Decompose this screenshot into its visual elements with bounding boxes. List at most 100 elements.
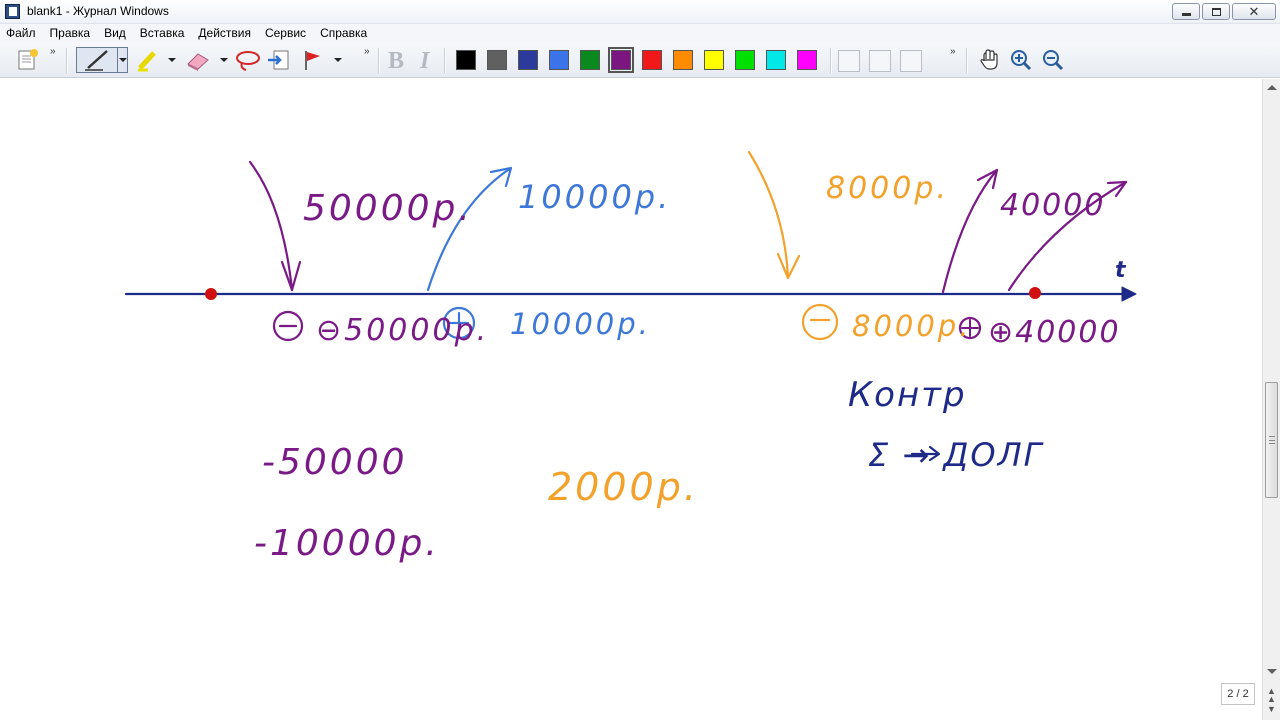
highlighter-button[interactable] [134, 48, 160, 72]
pen-width-slot-1[interactable] [838, 50, 860, 72]
menu-file[interactable]: Файл [0, 24, 43, 43]
menu-edit[interactable]: Правка [43, 24, 98, 43]
page-navigation: ▲ ▲ ▼ [1265, 685, 1279, 715]
axis-amount-40000: ⊕40000 [988, 315, 1121, 350]
italic-button[interactable]: I [420, 49, 429, 73]
title-bar: blank1 - Журнал Windows ✕ [0, 0, 1280, 24]
eraser-dropdown-icon[interactable] [220, 58, 228, 62]
color-swatch-6[interactable] [608, 47, 634, 73]
toolbar-separator [966, 48, 968, 73]
color-swatch-9[interactable] [704, 50, 724, 70]
window-title: blank1 - Журнал Windows [27, 4, 169, 18]
highlighter-icon [138, 51, 156, 72]
menu-view[interactable]: Вид [97, 24, 133, 43]
toolbar-separator [444, 48, 446, 73]
next-page-icon[interactable]: ▼ [1267, 705, 1276, 714]
flag-button[interactable] [300, 48, 326, 72]
restore-icon [1211, 7, 1221, 16]
zoom-out-button[interactable] [1040, 48, 1066, 72]
zoom-in-icon [1011, 50, 1032, 71]
color-swatch-2[interactable] [487, 50, 507, 70]
time-axis-arrowhead [1121, 286, 1137, 302]
toolbar-overflow-chevron[interactable]: » [50, 46, 55, 57]
lasso-icon [236, 51, 260, 71]
result-2000: 2000р. [548, 465, 699, 509]
ink-layer: 50000р. 10000р. 8000р. 40000 t ⊖50000р. … [124, 150, 1137, 564]
hand-icon [980, 49, 998, 70]
pen-button[interactable] [76, 47, 128, 73]
top-label-10000: 10000р. [518, 178, 671, 216]
bold-button[interactable]: B [388, 49, 404, 73]
calc-minus-50000: -50000 [262, 442, 408, 483]
color-swatch-4[interactable] [549, 50, 569, 70]
purple-arrow-in [248, 160, 302, 292]
menu-insert[interactable]: Вставка [133, 24, 192, 43]
color-swatch-1[interactable] [456, 50, 476, 70]
top-label-40000: 40000 [1000, 188, 1105, 223]
close-icon: ✕ [1248, 4, 1260, 19]
pen-width-slot-2[interactable] [869, 50, 891, 72]
close-button[interactable]: ✕ [1232, 3, 1276, 20]
toolbar-separator [378, 48, 380, 73]
axis-point-end [1029, 287, 1041, 299]
eraser-icon [187, 53, 209, 71]
pen-dropdown-button[interactable] [117, 48, 127, 72]
minimize-button[interactable] [1172, 3, 1200, 20]
color-swatch-10[interactable] [735, 50, 755, 70]
calc-minus-10000: -10000р. [254, 523, 440, 564]
color-swatch-7[interactable] [642, 50, 662, 70]
menu-bar: Файл Правка Вид Вставка Действия Сервис … [0, 24, 1280, 43]
note-canvas[interactable]: 50000р. 10000р. 8000р. 40000 t ⊖50000р. … [0, 79, 1262, 720]
insert-space-icon [268, 50, 289, 70]
highlighter-dropdown-icon[interactable] [168, 58, 176, 62]
eraser-button[interactable] [184, 48, 212, 72]
window-controls: ✕ [1172, 3, 1276, 20]
toolbar-overflow-chevron-2[interactable]: » [364, 46, 369, 57]
zoom-in-button[interactable] [1008, 48, 1034, 72]
chevron-down-icon [119, 58, 127, 62]
pan-button[interactable] [978, 48, 1002, 72]
insert-space-button[interactable] [266, 48, 292, 72]
orange-arrow-in [747, 150, 801, 280]
color-swatch-11[interactable] [766, 50, 786, 70]
restore-button[interactable] [1202, 3, 1230, 20]
new-note-icon [18, 49, 38, 70]
vertical-scrollbar[interactable]: ▲ ▲ ▼ [1262, 79, 1280, 720]
axis-point-start [205, 288, 217, 300]
axis-amount-50000: ⊖50000р. [316, 313, 489, 348]
color-swatch-12[interactable] [797, 50, 817, 70]
color-swatch-5[interactable] [580, 50, 600, 70]
axis-amount-8000: 8000р. [852, 309, 971, 343]
journal-app-icon [5, 4, 20, 19]
menu-tools[interactable]: Сервис [258, 24, 313, 43]
previous-page-icon-2[interactable]: ▲ [1267, 695, 1276, 704]
scroll-up-icon[interactable] [1267, 85, 1277, 90]
pen-width-slot-3[interactable] [900, 50, 922, 72]
axis-amount-10000: 10000р. [510, 307, 651, 341]
top-label-8000: 8000р. [826, 171, 949, 206]
grip-icon [1269, 436, 1275, 444]
page-indicator: 2 / 2 [1221, 683, 1255, 705]
toolbar-overflow-chevron-3[interactable]: » [950, 46, 955, 57]
pen-icon [85, 50, 108, 71]
toolbar-separator [66, 48, 68, 73]
new-note-button[interactable] [14, 48, 40, 72]
minimize-icon [1181, 13, 1191, 16]
menu-help[interactable]: Справка [313, 24, 374, 43]
scroll-down-icon[interactable] [1267, 669, 1277, 674]
toolbar-separator [830, 48, 832, 73]
zoom-out-icon [1043, 50, 1064, 71]
flag-dropdown-icon[interactable] [334, 58, 342, 62]
color-swatch-3[interactable] [518, 50, 538, 70]
pen-toolbar: » » B I » [0, 43, 1280, 78]
menu-actions[interactable]: Действия [191, 24, 258, 43]
flag-icon [305, 51, 320, 70]
purple-arrow-out-1 [941, 168, 999, 294]
axis-label-t: t [1115, 258, 1127, 283]
top-label-50000: 50000р. [303, 188, 473, 229]
scrollbar-thumb[interactable] [1265, 382, 1278, 498]
minus-circle-mark-orange [801, 303, 839, 341]
color-swatch-8[interactable] [673, 50, 693, 70]
lasso-button[interactable] [234, 48, 262, 72]
blue-arrow-out [426, 166, 513, 292]
